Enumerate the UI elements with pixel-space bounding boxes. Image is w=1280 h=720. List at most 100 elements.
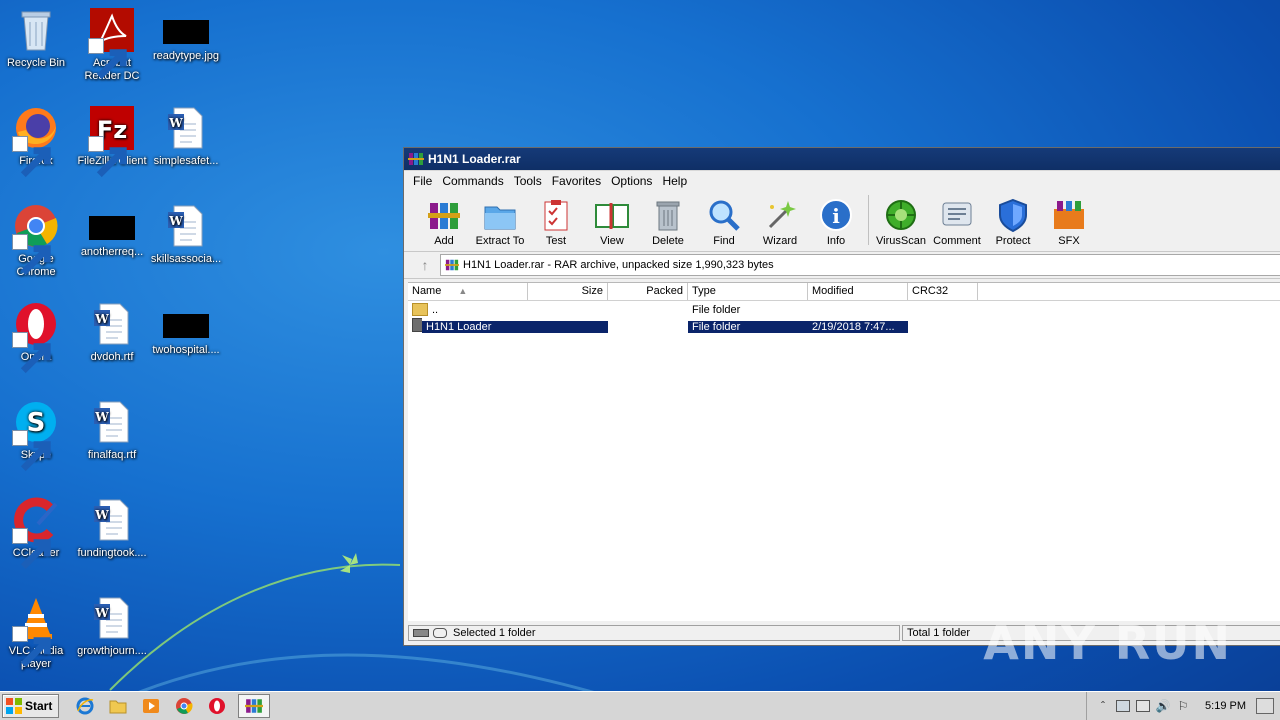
taskbar-winrar[interactable] — [238, 694, 271, 718]
add-archive-icon — [426, 197, 462, 233]
desktop-icon-ccleaner[interactable]: CCleaner — [0, 496, 74, 570]
start-button[interactable]: Start — [2, 694, 60, 718]
desktop-icon-skype[interactable]: S Skype — [0, 398, 74, 472]
svg-text:W: W — [168, 116, 183, 130]
window-titlebar[interactable]: H1N1 Loader.rar — [404, 148, 1280, 171]
tray-network-icon[interactable] — [1113, 697, 1133, 715]
tray-action-center-icon[interactable]: ⚐ — [1173, 697, 1193, 715]
info-button[interactable]: i Info — [808, 197, 864, 251]
winrar-app-icon — [245, 699, 264, 713]
menu-help[interactable]: Help — [657, 174, 692, 188]
status-selected-text: Selected 1 folder — [453, 627, 536, 639]
find-button[interactable]: Find — [696, 197, 752, 251]
word-doc-icon: W — [88, 300, 136, 348]
comment-label: Comment — [933, 235, 981, 247]
shield-icon — [995, 197, 1031, 233]
acrobat-icon — [88, 6, 136, 80]
up-one-level-button[interactable]: ↑ — [410, 254, 440, 276]
view-button[interactable]: View — [584, 197, 640, 251]
desktop-icon-anotherreq[interactable]: anotherreq... — [74, 202, 150, 259]
column-crc32[interactable]: CRC32 — [908, 283, 978, 300]
magnifier-icon — [706, 197, 742, 233]
column-type[interactable]: Type — [688, 283, 808, 300]
test-button[interactable]: Test — [528, 197, 584, 251]
arrow-up-icon: ↑ — [421, 257, 429, 273]
row-type: File folder — [692, 303, 741, 316]
taskbar-media-player[interactable] — [139, 695, 163, 717]
tray-network-status-icon[interactable] — [1133, 697, 1153, 715]
sfx-icon — [1051, 197, 1087, 233]
desktop-icon-opera[interactable]: Opera — [0, 300, 74, 374]
column-size[interactable]: Size — [528, 283, 608, 300]
extract-to-button[interactable]: Extract To — [472, 197, 528, 251]
desktop-icon-fundingtook[interactable]: W fundingtook.... — [74, 496, 150, 560]
desktop-icon-simplesafet[interactable]: W simplesafet... — [148, 104, 224, 168]
taskbar-chrome[interactable] — [172, 695, 196, 717]
sfx-button[interactable]: SFX — [1041, 197, 1097, 251]
word-doc-icon: W — [162, 104, 210, 152]
comment-icon — [939, 197, 975, 233]
desktop-icon-chrome[interactable]: Google Chrome — [0, 202, 74, 279]
menu-file[interactable]: File — [408, 174, 437, 188]
virusscan-button[interactable]: VirusScan — [873, 197, 929, 251]
file-list-header: Name ▲ Size Packed Type Modified CRC32 — [408, 283, 1280, 301]
column-packed[interactable]: Packed — [608, 283, 688, 300]
wizard-button[interactable]: Wizard — [752, 197, 808, 251]
system-tray: ˆ 🔊 ⚐ 5:19 PM — [1086, 692, 1280, 720]
archive-path-field[interactable]: H1N1 Loader.rar - RAR archive, unpacked … — [440, 254, 1280, 276]
row-type: File folder — [688, 320, 808, 333]
desktop-icon-growthjourn[interactable]: W growthjourn.... — [74, 594, 150, 658]
taskbar-ie[interactable] — [73, 695, 97, 717]
desktop-icon-acrobat[interactable]: Acrobat Reader DC — [74, 6, 150, 83]
comment-button[interactable]: Comment — [929, 197, 985, 251]
add-button[interactable]: Add — [416, 197, 472, 251]
rar-archive-icon — [445, 258, 459, 272]
desktop-icon-firefox[interactable]: Firefox — [0, 104, 74, 178]
info-label: Info — [826, 235, 846, 247]
extract-folder-icon — [482, 197, 518, 233]
vlc-icon — [12, 594, 60, 668]
skype-icon: S — [12, 398, 60, 472]
menu-options[interactable]: Options — [606, 174, 657, 188]
tray-volume-icon[interactable]: 🔊 — [1153, 697, 1173, 715]
shortcut-arrow-icon — [12, 626, 51, 668]
desktop-icon-skillsassocia[interactable]: W skillsassocia... — [148, 202, 224, 266]
desktop-icon-label: twohospital.... — [152, 344, 220, 356]
sfx-label: SFX — [1058, 235, 1080, 247]
winrar-app-icon — [408, 151, 424, 167]
desktop-icon-label: skillsassocia... — [150, 253, 222, 265]
desktop-icon-label: dvdoh.rtf — [90, 351, 134, 363]
table-row[interactable]: .. File folder — [408, 301, 1280, 318]
info-icon: i — [818, 197, 854, 233]
delete-button[interactable]: Delete — [640, 197, 696, 251]
windows-logo-icon — [6, 698, 22, 714]
taskbar-explorer[interactable] — [106, 695, 130, 717]
desktop-icon-recycle-bin[interactable]: Recycle Bin — [0, 6, 74, 70]
desktop-icon-readytype[interactable]: readytype.jpg — [148, 6, 224, 63]
recycle-bin-icon — [12, 6, 60, 54]
taskbar-clock[interactable]: 5:19 PM — [1205, 700, 1246, 712]
menu-tools[interactable]: Tools — [509, 174, 547, 188]
add-label: Add — [434, 235, 454, 247]
desktop-icon-label: growthjourn.... — [77, 645, 147, 657]
redacted-thumbnail — [163, 20, 209, 44]
table-row-selected[interactable]: H1N1 Loader File folder 2/19/2018 7:47..… — [408, 318, 1280, 335]
show-desktop-button[interactable] — [1256, 698, 1274, 714]
firefox-icon — [12, 104, 60, 178]
desktop-icon-twohospital[interactable]: twohospital.... — [148, 300, 224, 357]
show-hidden-icons-button[interactable]: ˆ — [1093, 697, 1113, 715]
status-selected: Selected 1 folder — [408, 625, 900, 641]
menu-favorites[interactable]: Favorites — [547, 174, 606, 188]
file-list: Name ▲ Size Packed Type Modified CRC32 .… — [408, 282, 1280, 621]
desktop-icon-finalfaq[interactable]: W finalfaq.rtf — [74, 398, 150, 462]
folder-icon — [109, 700, 127, 714]
desktop-icon-vlc[interactable]: VLC media player — [0, 594, 74, 671]
desktop-icon-dvdoh[interactable]: W dvdoh.rtf — [74, 300, 150, 364]
column-name[interactable]: Name ▲ — [408, 283, 528, 300]
menu-commands[interactable]: Commands — [437, 174, 508, 188]
desktop-icon-filezilla[interactable]: Fz FileZilla Client — [74, 104, 150, 178]
taskbar-opera[interactable] — [205, 695, 229, 717]
protect-label: Protect — [995, 235, 1031, 247]
protect-button[interactable]: Protect — [985, 197, 1041, 251]
column-modified[interactable]: Modified — [808, 283, 908, 300]
